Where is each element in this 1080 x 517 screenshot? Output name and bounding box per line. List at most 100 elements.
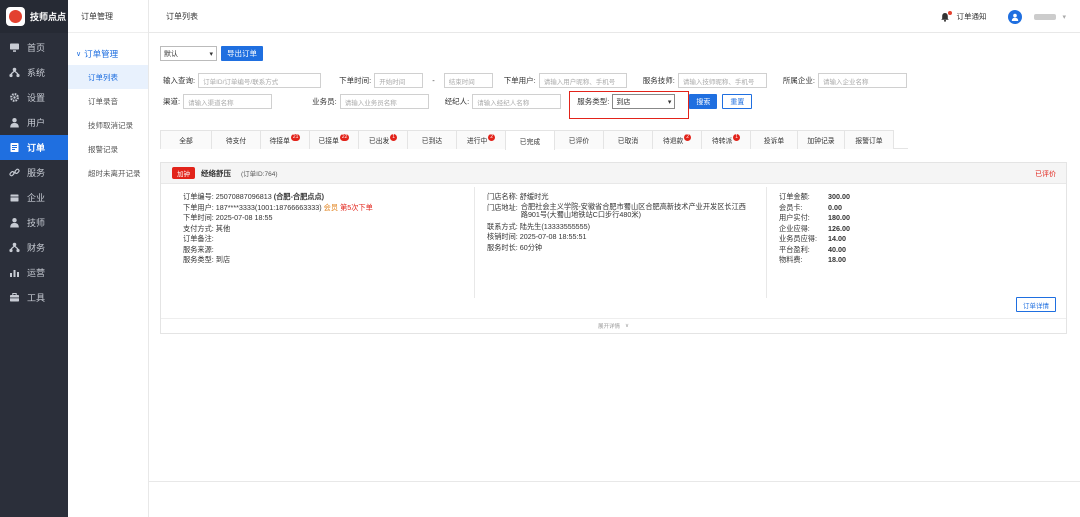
tab-3[interactable]: 已接单 22 — [309, 130, 359, 149]
query-input[interactable]: 订单ID/订单编号/联系方式 — [198, 73, 322, 88]
expand-details-toggle[interactable]: 展开详情 ∨ — [161, 318, 1066, 333]
tab-0[interactable]: 全部 — [160, 130, 212, 149]
sidebar-item-8[interactable]: 财务 — [0, 235, 68, 260]
order-city: (合肥-合肥点点) — [273, 192, 325, 201]
company-input[interactable]: 请输入企业名称 — [817, 73, 907, 88]
type-label: 服务类型: — [183, 255, 214, 264]
tab-5[interactable]: 已到达 — [407, 130, 457, 149]
sidebar-item-label: 服务 — [27, 168, 46, 178]
sidebar-item-2[interactable]: 设置 — [0, 85, 68, 110]
subnav-item-2[interactable]: 技师取消记录 — [68, 113, 148, 137]
order-status: 已评价 — [1035, 171, 1056, 178]
amount-row: 订单金额: 300.00 — [779, 192, 966, 203]
amount-label: 会员卡: — [779, 202, 803, 212]
tab-label: 待退款 — [662, 138, 684, 145]
tab-11[interactable]: 待转派 1 — [701, 130, 751, 149]
subnav-item-0[interactable]: 订单列表 — [68, 65, 148, 89]
amount-row: 企业应得: 126.00 — [779, 224, 966, 235]
amount-value: 0.00 — [828, 202, 842, 212]
salesman-label: 业务员: — [312, 97, 337, 106]
sidebar-item-label: 首页 — [27, 43, 46, 53]
amount-label: 企业应得: — [779, 223, 810, 233]
start-time-input[interactable]: 开始时间 — [374, 73, 424, 88]
range-separator: - — [432, 76, 435, 85]
export-button[interactable]: 导出订单 — [221, 46, 263, 61]
highlight-frame — [569, 91, 689, 119]
amount-value: 180.00 — [828, 213, 850, 222]
sort-select[interactable]: 默认 ▾ — [160, 46, 217, 61]
sidebar-item-6[interactable]: 企业 — [0, 185, 68, 210]
broker-input[interactable]: 请输入经纪人名称 — [472, 94, 562, 109]
subnav-item-3[interactable]: 报警记录 — [68, 137, 148, 161]
tab-6[interactable]: 进行中 2 — [456, 130, 506, 149]
subnav-item-4[interactable]: 超时未离开记录 — [68, 161, 148, 185]
amount-label: 平台盈利: — [779, 244, 810, 254]
tab-13[interactable]: 加钟记录 — [797, 130, 845, 149]
chart-icon — [8, 267, 20, 279]
subnav-group-label: 订单管理 — [84, 49, 119, 59]
sidebar-item-label: 技师 — [27, 218, 46, 228]
query-label: 输入查询: — [163, 76, 196, 85]
tab-2[interactable]: 待接单 21 — [260, 130, 310, 149]
user-icon — [8, 117, 20, 129]
subnav-item-1[interactable]: 订单录音 — [68, 89, 148, 113]
monitor-icon — [8, 42, 20, 54]
top-header: 订单列表 订单通知 ▾ — [149, 0, 1080, 33]
reset-button[interactable]: 重置 — [722, 94, 753, 109]
link-icon — [8, 167, 20, 179]
tab-label: 待支付 — [225, 138, 247, 145]
sidebar-item-0[interactable]: 首页 — [0, 35, 68, 60]
tab-14[interactable]: 报警订单 — [844, 130, 894, 149]
filter-row-1: 输入查询: 订单ID/订单编号/联系方式 下单时间: 开始时间 - 结束时间 下… — [163, 73, 907, 88]
username-placeholder[interactable] — [1034, 13, 1057, 20]
tab-label: 报警订单 — [855, 138, 883, 145]
tech-input[interactable]: 请输入技师昵称、手机号 — [677, 73, 767, 88]
sidebar-item-7[interactable]: 技师 — [0, 210, 68, 235]
channel-input[interactable]: 请输入渠道名称 — [183, 94, 273, 109]
tab-12[interactable]: 投诉单 — [750, 130, 798, 149]
tab-9[interactable]: 已取消 — [603, 130, 653, 149]
toolbar: 默认 ▾ 导出订单 — [160, 46, 263, 61]
expand-label: 展开详情 — [597, 324, 620, 330]
bell-icon[interactable] — [940, 10, 953, 22]
user-label: 下单用户: — [183, 202, 214, 212]
app-logo[interactable]: 技师点点 — [0, 0, 68, 33]
sidebar-item-3[interactable]: 用户 — [0, 110, 68, 135]
sidebar-item-4[interactable]: 订单 — [0, 135, 68, 160]
sidebar-item-label: 工具 — [27, 293, 46, 303]
tab-10[interactable]: 待退款 2 — [652, 130, 702, 149]
store-info-column: 门店名称: 舒缓时光 门店地址: 合肥社会主义学院-安徽省合肥市蜀山区合肥高新技术… — [474, 187, 764, 298]
sidebar-item-5[interactable]: 服务 — [0, 160, 68, 185]
order-tag: 加钟 — [172, 167, 195, 179]
tab-7[interactable]: 已完成 — [505, 130, 555, 150]
pay-label: 支付方式: — [183, 223, 214, 233]
subnav-group-order[interactable]: ∨ 订单管理 — [68, 46, 148, 62]
member-badge: 会员 — [323, 202, 339, 212]
notification-label[interactable]: 订单通知 — [956, 11, 986, 22]
user-label: 下单用户: — [503, 76, 536, 85]
order-detail-button[interactable]: 订单详情 — [1016, 297, 1056, 312]
chevron-down-icon: ∨ — [76, 51, 82, 58]
tab-1[interactable]: 待支付 — [211, 130, 261, 149]
order-count: 第5次下单 — [340, 202, 373, 212]
store-address: 合肥社会主义学院-安徽省合肥市蜀山区合肥高新技术产业开发区长江西路901号(大蜀… — [520, 201, 746, 219]
order-info-column: 订单编号: 25070887096813 (合肥-合肥点点) 下单用户: 187… — [183, 192, 463, 266]
salesman-input[interactable]: 请输入业务员名称 — [339, 94, 429, 109]
amount-label: 物料费: — [779, 255, 803, 264]
search-button[interactable]: 搜索 — [689, 94, 718, 109]
amount-label: 业务员应得: — [779, 234, 817, 243]
user-input[interactable]: 请输入用户昵称、手机号 — [538, 73, 627, 88]
user-icon — [8, 217, 20, 229]
chevron-down-icon[interactable]: ▾ — [1062, 13, 1066, 21]
footer-divider — [149, 481, 1080, 482]
avatar[interactable] — [1008, 9, 1023, 24]
tab-label: 全部 — [179, 138, 193, 145]
order-time: 2025-07-08 18:55 — [215, 213, 273, 222]
amount-label: 用户实付: — [779, 213, 810, 222]
sidebar-item-9[interactable]: 运营 — [0, 260, 68, 285]
tab-4[interactable]: 已出发 1 — [358, 130, 408, 149]
sidebar-item-10[interactable]: 工具 — [0, 285, 68, 310]
end-time-input[interactable]: 结束时间 — [443, 73, 493, 88]
tab-8[interactable]: 已评价 — [554, 130, 604, 149]
sidebar-item-1[interactable]: 系统 — [0, 60, 68, 85]
